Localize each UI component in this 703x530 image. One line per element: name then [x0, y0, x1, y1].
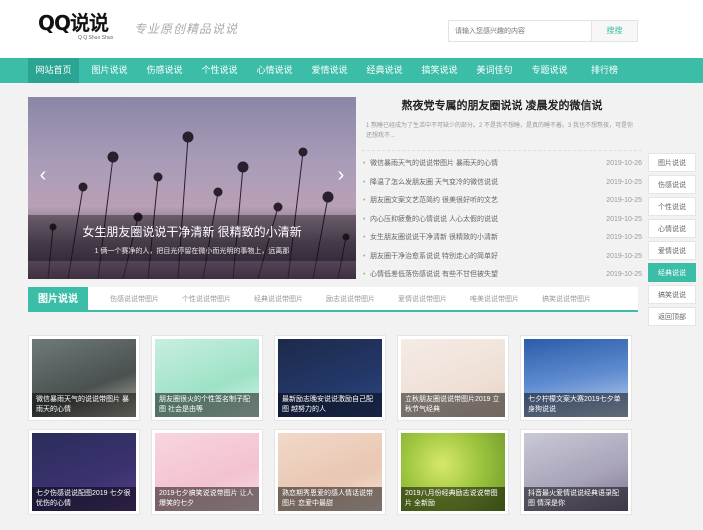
nav-item-classic[interactable]: 经典说说	[359, 58, 410, 83]
gallery-image[interactable]: 2019七夕搞笑说说带图片 让人爆笑的七夕	[155, 433, 259, 511]
section-tab[interactable]: 搞笑说说带图片	[542, 287, 591, 312]
nav-item-picture[interactable]: 图片说说	[84, 58, 135, 83]
gallery-caption[interactable]: 熟恋期秀恩爱的感人情话说带图片 恋爱中最甜	[278, 487, 382, 511]
gallery-caption[interactable]: 朋友圈很火的个性签名制子配图 社会是由等	[155, 393, 259, 417]
slider-next-arrow[interactable]: ›	[332, 161, 350, 189]
news-list: 微信暴雨天气的说说带图片 暴雨天的心情 2019-10-26 降温了怎么发朋友圈 …	[362, 155, 642, 285]
nav-item-topics[interactable]: 专题说说	[524, 58, 575, 83]
gallery-card[interactable]: 立秋朋友圈说说带图片2019 立秋节气经典	[397, 335, 509, 421]
logo-text: QQ说说	[38, 11, 109, 35]
news-title[interactable]: 内心压抑疲惫的心情说说 人心太假的说说	[370, 216, 498, 223]
news-title[interactable]: 微信暴雨天气的说说带图片 暴雨天的心情	[370, 160, 498, 167]
nav-item-personality[interactable]: 个性说说	[194, 58, 245, 83]
side-item-love[interactable]: 爱情说说	[648, 241, 696, 260]
section-tab[interactable]: 励志说说带图片	[326, 287, 375, 312]
gallery-image[interactable]: 朋友圈很火的个性签名制子配图 社会是由等	[155, 339, 259, 417]
back-to-top-button[interactable]: 返回顶部	[648, 307, 696, 326]
gallery-card[interactable]: 抖音最火爱情说说经典语录配图 情深是你	[520, 429, 632, 515]
gallery-card[interactable]: 2019八月份经典励志说说带图片 全新励	[397, 429, 509, 515]
gallery-image[interactable]: 七夕伤感说说配图2019 七夕很忧伤的心情	[32, 433, 136, 511]
news-date: 2019-10-25	[606, 215, 642, 223]
gallery-caption[interactable]: 最新励志晚安说说激励自己配图 越努力的人	[278, 393, 382, 417]
gallery-image[interactable]: 微信暴雨天气的说说带图片 暴雨天的心情	[32, 339, 136, 417]
nav-item-funny[interactable]: 搞笑说说	[414, 58, 465, 83]
side-item-classic[interactable]: 经典说说	[648, 263, 696, 282]
search-button[interactable]: 搜搜	[591, 21, 637, 41]
news-item[interactable]: 降温了怎么发朋友圈 天气变冷的微信说说 2019-10-25	[362, 174, 642, 192]
gallery-image[interactable]: 2019八月份经典励志说说带图片 全新励	[401, 433, 505, 511]
gallery-image[interactable]: 抖音最火爱情说说经典语录配图 情深是你	[524, 433, 628, 511]
gallery-caption[interactable]: 2019七夕搞笑说说带图片 让人爆笑的七夕	[155, 487, 259, 511]
nav-item-mood[interactable]: 心情说说	[249, 58, 300, 83]
news-item[interactable]: 微信暴雨天气的说说带图片 暴雨天的心情 2019-10-26	[362, 155, 642, 174]
slider-title[interactable]: 女生朋友圈说说干净清新 很精致的小清新	[28, 223, 356, 240]
section-tab[interactable]: 伤感说说带图片	[110, 287, 159, 312]
headline-desc: 1 熬睡已经成为了生活中不可缺少的部分。2 不是我不想睡，是真的睡不着。3 我也…	[362, 121, 642, 151]
news-date: 2019-10-26	[606, 160, 642, 167]
gallery-card[interactable]: 2019七夕搞笑说说带图片 让人爆笑的七夕	[151, 429, 263, 515]
side-item-picture[interactable]: 图片说说	[648, 153, 696, 172]
gallery-card[interactable]: 七夕伤感说说配图2019 七夕很忧伤的心情	[28, 429, 140, 515]
site-header: QQ说说 Q Q Shuo Shuo 专业原创精品说说 搜搜	[0, 0, 703, 58]
news-title[interactable]: 心情低差低落伤感说说 有些不甘但被失望	[370, 271, 498, 278]
gallery-card[interactable]: 熟恋期秀恩爱的感人情话说带图片 恋爱中最甜	[274, 429, 386, 515]
section-header: 图片说说 伤感说说带图片 个性说说带图片 经典说说带图片 励志说说带图片 爱情说…	[28, 287, 638, 312]
headline-title[interactable]: 熬夜党专属的朋友圈说说 凌晨发的微信说	[362, 97, 642, 115]
news-item[interactable]: 朋友圈干净治愈系说说 特别走心的简单好 2019-10-25	[362, 248, 642, 266]
gallery-caption[interactable]: 七夕伤感说说配图2019 七夕很忧伤的心情	[32, 487, 136, 511]
nav-item-quotes[interactable]: 美词佳句	[469, 58, 520, 83]
gallery-image[interactable]: 立秋朋友圈说说带图片2019 立秋节气经典	[401, 339, 505, 417]
slider-subtitle: 1 俩一个赛净的人，把目光停留在微小而光明的事物上，远离那	[94, 248, 290, 255]
news-title[interactable]: 女生朋友圈说说干净清新 很精致的小清新	[370, 234, 498, 241]
news-date: 2019-10-25	[606, 271, 642, 278]
site-slogan: 专业原创精品说说	[134, 22, 239, 36]
gallery-image[interactable]: 熟恋期秀恩爱的感人情话说带图片 恋爱中最甜	[278, 433, 382, 511]
gallery-image[interactable]: 最新励志晚安说说激励自己配图 越努力的人	[278, 339, 382, 417]
slider-prev-arrow[interactable]: ‹	[34, 161, 52, 189]
gallery-card[interactable]: 七夕柠檬文案大赛2019七夕单身狗说说	[520, 335, 632, 421]
headline-block: 熬夜党专属的朋友圈说说 凌晨发的微信说 1 熬睡已经成为了生活中不可缺少的部分。…	[362, 97, 642, 285]
gallery-card[interactable]: 朋友圈很火的个性签名制子配图 社会是由等	[151, 335, 263, 421]
nav-item-ranking[interactable]: 排行榜	[579, 58, 630, 83]
section-tab[interactable]: 爱情说说带图片	[398, 287, 447, 312]
logo-subtext: Q Q Shuo Shuo	[78, 35, 114, 41]
gallery-caption[interactable]: 微信暴雨天气的说说带图片 暴雨天的心情	[32, 393, 136, 417]
gallery-caption[interactable]: 抖音最火爱情说说经典语录配图 情深是你	[524, 487, 628, 511]
news-item[interactable]: 女生朋友圈说说干净清新 很精致的小清新 2019-10-25	[362, 229, 642, 248]
nav-item-home[interactable]: 网站首页	[28, 58, 79, 83]
news-date: 2019-10-25	[606, 252, 642, 260]
hero-slider[interactable]: ‹ › 女生朋友圈说说干净清新 很精致的小清新 1 俩一个赛净的人，把目光停留在…	[28, 97, 356, 279]
section-tab[interactable]: 唯美说说带图片	[470, 287, 519, 312]
news-title[interactable]: 降温了怎么发朋友圈 天气变冷的微信说说	[370, 179, 498, 186]
gallery-card[interactable]: 微信暴雨天气的说说带图片 暴雨天的心情	[28, 335, 140, 421]
side-item-mood[interactable]: 心情说说	[648, 219, 696, 238]
gallery-image[interactable]: 七夕柠檬文案大赛2019七夕单身狗说说	[524, 339, 628, 417]
news-title[interactable]: 朋友圈文案文艺范简约 很美很好听的文艺	[370, 197, 498, 204]
side-nav: 图片说说 伤感说说 个性说说 心情说说 爱情说说 经典说说 搞笑说说 返回顶部	[648, 153, 698, 329]
gallery-caption[interactable]: 2019八月份经典励志说说带图片 全新励	[401, 487, 505, 511]
nav-item-love[interactable]: 爱情说说	[304, 58, 355, 83]
gallery-caption[interactable]: 立秋朋友圈说说带图片2019 立秋节气经典	[401, 393, 505, 417]
gallery-caption[interactable]: 七夕柠檬文案大赛2019七夕单身狗说说	[524, 393, 628, 417]
section-title[interactable]: 图片说说	[28, 287, 88, 312]
side-item-sad[interactable]: 伤感说说	[648, 175, 696, 194]
search-input[interactable]	[449, 21, 589, 41]
side-item-funny[interactable]: 搞笑说说	[648, 285, 696, 304]
news-date: 2019-10-25	[606, 178, 642, 186]
news-item[interactable]: 心情低差低落伤感说说 有些不甘但被失望 2019-10-25	[362, 266, 642, 285]
side-item-personality[interactable]: 个性说说	[648, 197, 696, 216]
nav-item-sad[interactable]: 伤感说说	[139, 58, 190, 83]
site-logo[interactable]: QQ说说 Q Q Shuo Shuo	[38, 12, 128, 46]
section-tab[interactable]: 个性说说带图片	[182, 287, 231, 312]
news-date: 2019-10-25	[606, 197, 642, 204]
slider-caption: 女生朋友圈说说干净清新 很精致的小清新 1 俩一个赛净的人，把目光停留在微小而光…	[28, 215, 356, 261]
news-item[interactable]: 朋友圈文案文艺范简约 很美很好听的文艺 2019-10-25	[362, 192, 642, 211]
news-date: 2019-10-25	[606, 234, 642, 241]
main-nav: 网站首页 图片说说 伤感说说 个性说说 心情说说 爱情说说 经典说说 搞笑说说 …	[0, 58, 703, 83]
gallery-card[interactable]: 最新励志晚安说说激励自己配图 越努力的人	[274, 335, 386, 421]
section-tab[interactable]: 经典说说带图片	[254, 287, 303, 312]
search-box: 搜搜	[448, 20, 638, 42]
news-title[interactable]: 朋友圈干净治愈系说说 特别走心的简单好	[370, 253, 498, 260]
news-item[interactable]: 内心压抑疲惫的心情说说 人心太假的说说 2019-10-25	[362, 211, 642, 229]
